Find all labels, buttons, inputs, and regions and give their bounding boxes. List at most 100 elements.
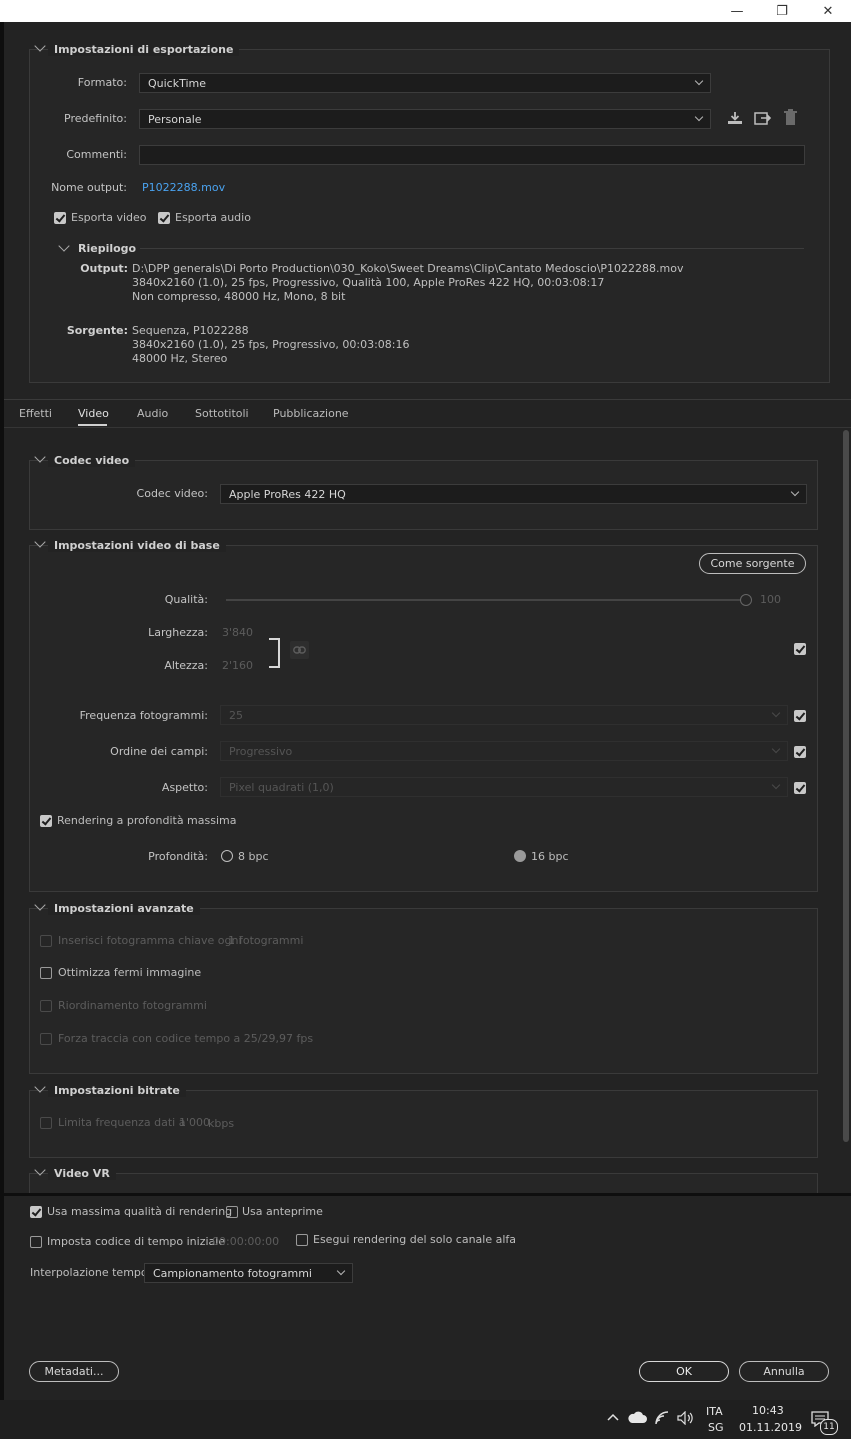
- alpha-only-label: Esegui rendering del solo canale alfa: [313, 1233, 517, 1246]
- source-line: 3840x2160 (1.0), 25 fps, Progressivo, 00…: [132, 338, 410, 351]
- output-line: Non compresso, 48000 Hz, Mono, 8 bit: [132, 290, 346, 303]
- depth-16-radio[interactable]: [514, 850, 526, 862]
- comments-label: Commenti:: [66, 148, 127, 161]
- limit-bitrate-value[interactable]: 1'000: [179, 1116, 210, 1129]
- ok-button[interactable]: OK: [639, 1361, 729, 1382]
- codec-title: Codec video: [48, 454, 136, 467]
- export-video-label: Esporta video: [71, 211, 147, 224]
- comments-input[interactable]: [139, 145, 805, 165]
- export-audio-checkbox[interactable]: [158, 212, 170, 224]
- width-label: Larghezza:: [148, 626, 208, 639]
- match-dimensions-checkbox[interactable]: [794, 643, 806, 655]
- output-summary-label: Output:: [80, 262, 128, 275]
- height-label: Altezza:: [164, 659, 208, 672]
- match-source-button[interactable]: Come sorgente: [699, 553, 806, 574]
- volume-icon[interactable]: [677, 1411, 695, 1425]
- use-previews-checkbox[interactable]: [226, 1206, 238, 1218]
- output-line: D:\DPP generals\Di Porto Production\030_…: [132, 262, 684, 275]
- import-preset-icon[interactable]: [754, 110, 772, 126]
- tab-audio[interactable]: Audio: [137, 407, 168, 420]
- chevron-down-icon: [694, 112, 704, 122]
- depth-8-radio[interactable]: [221, 850, 233, 862]
- preset-select[interactable]: Personale: [139, 109, 711, 129]
- tab-video-underline: [78, 424, 107, 426]
- tab-video[interactable]: Video: [78, 407, 109, 420]
- source-line: Sequenza, P1022288: [132, 324, 249, 337]
- save-preset-icon[interactable]: [727, 110, 743, 126]
- fps-match-checkbox[interactable]: [794, 710, 806, 722]
- keyframe-label: Inserisci fotogramma chiave ogni: [58, 934, 242, 947]
- cloud-icon[interactable]: [627, 1411, 647, 1424]
- reorder-frames-label: Riordinamento fotogrammi: [58, 999, 207, 1012]
- field-order-match-checkbox[interactable]: [794, 746, 806, 758]
- tabs-divider-top: [4, 399, 851, 400]
- max-depth-checkbox[interactable]: [40, 815, 52, 827]
- fps-select[interactable]: 25: [220, 705, 788, 725]
- close-button[interactable]: ✕: [805, 0, 851, 22]
- export-audio-label: Esporta audio: [175, 211, 251, 224]
- force-timecode-checkbox[interactable]: [40, 1033, 52, 1045]
- tabs-divider-bottom: [4, 427, 851, 428]
- chevron-down-icon: [790, 487, 800, 497]
- output-line: 3840x2160 (1.0), 25 fps, Progressivo, Qu…: [132, 276, 605, 289]
- quality-slider-handle[interactable]: [740, 594, 752, 606]
- codec-select[interactable]: Apple ProRes 422 HQ: [220, 484, 807, 504]
- field-order-select[interactable]: Progressivo: [220, 741, 788, 761]
- restore-button[interactable]: ❐: [759, 0, 805, 22]
- use-previews-label: Usa anteprime: [242, 1205, 323, 1218]
- chevron-down-icon: [771, 780, 781, 790]
- depth-label: Profondità:: [148, 850, 208, 863]
- vr-title: Video VR: [48, 1167, 116, 1180]
- field-order-value: Progressivo: [229, 744, 293, 758]
- chain-link-icon[interactable]: [290, 641, 309, 659]
- limit-bitrate-unit: kbps: [208, 1117, 235, 1130]
- codec-value: Apple ProRes 422 HQ: [229, 487, 346, 501]
- output-name-link[interactable]: P1022288.mov: [142, 181, 225, 194]
- export-video-checkbox[interactable]: [54, 212, 66, 224]
- minimize-button[interactable]: —: [714, 0, 760, 22]
- clock-time[interactable]: 10:43: [752, 1404, 784, 1417]
- aspect-match-checkbox[interactable]: [794, 782, 806, 794]
- language-indicator[interactable]: ITA: [706, 1405, 723, 1418]
- time-interpolation-select[interactable]: Campionamento fotogrammi: [144, 1263, 353, 1283]
- limit-bitrate-label: Limita frequenza dati a: [58, 1116, 186, 1129]
- aspect-value: Pixel quadrati (1,0): [229, 780, 334, 794]
- tab-effects[interactable]: Effetti: [19, 407, 52, 420]
- quality-slider-track[interactable]: [226, 599, 740, 601]
- tab-publish[interactable]: Pubblicazione: [273, 407, 349, 420]
- optimize-stills-checkbox[interactable]: [40, 967, 52, 979]
- chevron-down-icon: [694, 76, 704, 86]
- keyboard-indicator[interactable]: SG: [708, 1421, 724, 1434]
- depth-16-label: 16 bpc: [531, 850, 569, 863]
- alpha-only-checkbox[interactable]: [296, 1234, 308, 1246]
- bitrate-title: Impostazioni bitrate: [48, 1084, 186, 1097]
- delete-preset-icon[interactable]: [783, 109, 798, 127]
- width-value: 3'840: [222, 626, 254, 639]
- advanced-title: Impostazioni avanzate: [48, 902, 200, 915]
- keyframe-checkbox[interactable]: [40, 935, 52, 947]
- start-timecode-value[interactable]: 00:00:00:00: [212, 1235, 279, 1248]
- set-start-timecode-checkbox[interactable]: [30, 1236, 42, 1248]
- aspect-select[interactable]: Pixel quadrati (1,0): [220, 777, 788, 797]
- preset-value: Personale: [148, 112, 202, 126]
- limit-bitrate-checkbox[interactable]: [40, 1117, 52, 1129]
- fps-value: 25: [229, 708, 243, 722]
- wifi-icon[interactable]: [654, 1410, 670, 1426]
- chevron-up-icon[interactable]: [606, 1412, 620, 1422]
- output-name-label: Nome output:: [51, 181, 127, 194]
- scrollbar-thumb[interactable]: [843, 430, 849, 1142]
- codec-label: Codec video:: [136, 487, 208, 500]
- optimize-stills-label: Ottimizza fermi immagine: [58, 966, 202, 979]
- basic-video-title: Impostazioni video di base: [48, 539, 226, 552]
- metadata-button[interactable]: Metadati...: [29, 1361, 119, 1382]
- keyframe-value[interactable]: 1: [228, 934, 235, 947]
- format-value: QuickTime: [148, 76, 207, 90]
- tab-captions[interactable]: Sottotitoli: [195, 407, 249, 420]
- summary-divider: [140, 248, 804, 249]
- clock-date[interactable]: 01.11.2019: [739, 1421, 802, 1434]
- cancel-button[interactable]: Annulla: [739, 1361, 829, 1382]
- format-select[interactable]: QuickTime: [139, 73, 711, 93]
- reorder-frames-checkbox[interactable]: [40, 1000, 52, 1012]
- max-render-quality-checkbox[interactable]: [30, 1206, 42, 1218]
- quality-value: 100: [760, 593, 781, 606]
